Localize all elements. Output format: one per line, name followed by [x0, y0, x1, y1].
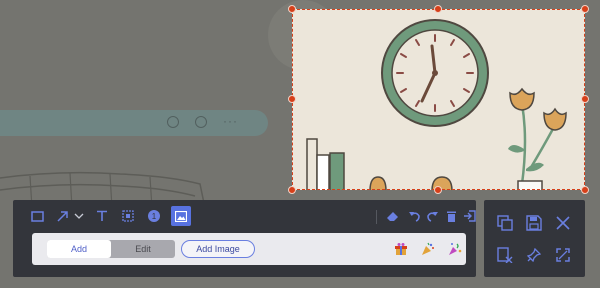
side-action-panel [484, 200, 585, 277]
add-image-button[interactable]: Add Image [181, 240, 255, 258]
resize-handle-top-right[interactable] [581, 5, 589, 13]
edit-toolbar: 1 Add Edit Add Image [13, 200, 476, 277]
sticker-confetti-icon[interactable] [420, 241, 436, 257]
step-number-icon[interactable]: 1 [145, 207, 163, 225]
background-search-bar: ··· [0, 110, 268, 136]
image-options-panel: Add Edit Add Image [32, 233, 466, 265]
sticker-party-icon[interactable] [447, 241, 463, 257]
resize-handle-bottom-right[interactable] [581, 186, 589, 194]
mosaic-icon[interactable] [119, 207, 137, 225]
image-icon[interactable] [171, 206, 191, 226]
chevron-down-icon[interactable] [70, 207, 88, 225]
captured-image [306, 19, 567, 190]
background-bing-icon [167, 116, 179, 128]
background-more-icon: ··· [223, 114, 238, 128]
fullscreen-icon[interactable] [552, 244, 574, 266]
undo-icon[interactable] [405, 207, 423, 225]
close-icon[interactable] [552, 212, 574, 234]
sticker-gift-icon[interactable] [393, 241, 409, 257]
flower-vase-illustration [508, 87, 567, 190]
redo-icon[interactable] [423, 207, 441, 225]
resize-handle-left[interactable] [288, 95, 296, 103]
save-icon[interactable] [523, 212, 545, 234]
background-help-icon [195, 116, 207, 128]
tool-row: 1 [13, 200, 476, 232]
resize-handle-top[interactable] [434, 5, 442, 13]
tab-edit[interactable]: Edit [111, 240, 175, 258]
tab-add[interactable]: Add [47, 240, 111, 258]
rectangle-icon[interactable] [28, 207, 46, 225]
clock-illustration [381, 19, 489, 127]
toolbar-divider [376, 210, 377, 224]
copy-icon[interactable] [494, 212, 516, 234]
text-icon[interactable] [93, 207, 111, 225]
svg-text:1: 1 [152, 212, 157, 221]
resize-handle-bottom[interactable] [434, 186, 442, 194]
books-illustration [306, 138, 453, 190]
capture-region[interactable] [292, 9, 585, 190]
arrow-icon[interactable] [53, 207, 71, 225]
delete-icon[interactable] [442, 207, 460, 225]
pin-icon[interactable] [523, 244, 545, 266]
mode-toggle: Add Edit [47, 240, 175, 258]
eraser-icon[interactable] [384, 207, 402, 225]
resize-handle-right[interactable] [581, 95, 589, 103]
cancel-pin-icon[interactable] [494, 244, 516, 266]
resize-handle-top-left[interactable] [288, 5, 296, 13]
resize-handle-bottom-left[interactable] [288, 186, 296, 194]
exit-icon[interactable] [460, 207, 478, 225]
